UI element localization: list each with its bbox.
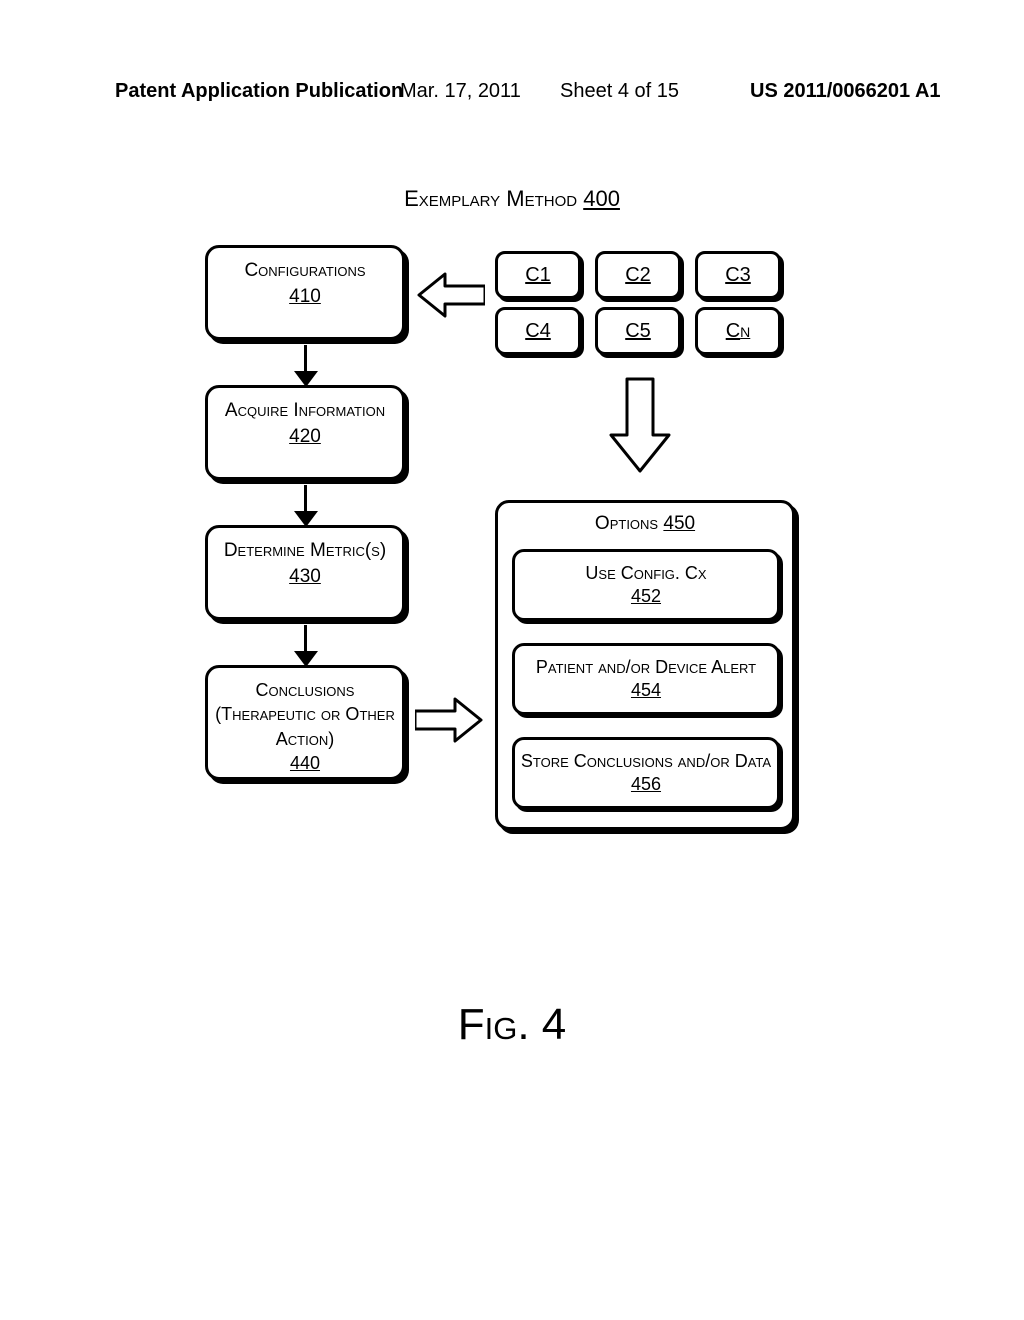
diagram: Configurations 410 Acquire Information 4… bbox=[205, 245, 805, 885]
flow-arrow-head-2 bbox=[294, 511, 318, 527]
config-c4: C4 bbox=[495, 307, 581, 355]
flow-arrow-line-2 bbox=[304, 485, 307, 511]
header-publication: Patent Application Publication bbox=[115, 80, 403, 103]
box-410-label: Configurations bbox=[244, 260, 365, 281]
header-sheet: Sheet 4 of 15 bbox=[560, 80, 679, 103]
config-cn: CN bbox=[695, 307, 781, 355]
config-group: C1 C2 C3 C4 C5 CN bbox=[495, 251, 795, 361]
option-454-label: Patient and/or Device Alert bbox=[536, 657, 756, 677]
config-c5: C5 bbox=[595, 307, 681, 355]
config-c2: C2 bbox=[595, 251, 681, 299]
config-c3: C3 bbox=[695, 251, 781, 299]
flow-arrow-head-3 bbox=[294, 651, 318, 667]
config-c1: C1 bbox=[495, 251, 581, 299]
option-452-num: 452 bbox=[631, 586, 661, 606]
box-configurations: Configurations 410 bbox=[205, 245, 405, 340]
diagram-title: Exemplary Method 400 bbox=[0, 186, 1024, 212]
box-430-label: Determine Metric(s) bbox=[224, 540, 386, 561]
option-454-num: 454 bbox=[631, 680, 661, 700]
options-head-num: 450 bbox=[663, 513, 695, 534]
flow-arrow-line-1 bbox=[304, 345, 307, 371]
option-alert: Patient and/or Device Alert 454 bbox=[512, 643, 780, 715]
option-store: Store Conclusions and/or Data 456 bbox=[512, 737, 780, 809]
box-420-label: Acquire Information bbox=[225, 400, 385, 421]
figure-caption: Fig. 4 bbox=[0, 1000, 1024, 1050]
box-420-num: 420 bbox=[289, 426, 321, 447]
config-cn-base: C bbox=[726, 320, 740, 342]
title-text: Exemplary Method bbox=[404, 186, 583, 211]
flow-arrow-head-1 bbox=[294, 371, 318, 387]
box-conclusions: Conclusions (Therapeutic or Other Action… bbox=[205, 665, 405, 780]
option-use-config: Use Config. Cx 452 bbox=[512, 549, 780, 621]
header-date: Mar. 17, 2011 bbox=[400, 80, 521, 103]
box-430-num: 430 bbox=[289, 566, 321, 587]
config-cn-sub: N bbox=[740, 324, 750, 340]
option-452-label: Use Config. Cx bbox=[585, 563, 706, 583]
title-num: 400 bbox=[583, 186, 620, 211]
arrow-conclusions-to-options bbox=[415, 695, 485, 745]
box-410-num: 410 bbox=[289, 286, 321, 307]
flow-arrow-line-3 bbox=[304, 625, 307, 651]
box-440-label: Conclusions (Therapeutic or Other Action… bbox=[215, 680, 395, 749]
arrow-configs-to-box410 bbox=[415, 270, 485, 320]
option-456-label: Store Conclusions and/or Data bbox=[521, 751, 771, 771]
options-head-label: Options bbox=[595, 513, 663, 534]
options-header: Options 450 bbox=[498, 513, 792, 535]
box-440-num: 440 bbox=[290, 753, 320, 773]
options-panel: Options 450 Use Config. Cx 452 Patient a… bbox=[495, 500, 795, 830]
option-456-num: 456 bbox=[631, 774, 661, 794]
box-acquire-information: Acquire Information 420 bbox=[205, 385, 405, 480]
arrow-configs-to-options bbox=[605, 375, 675, 475]
header-docnum: US 2011/0066201 A1 bbox=[750, 80, 941, 103]
box-determine-metrics: Determine Metric(s) 430 bbox=[205, 525, 405, 620]
